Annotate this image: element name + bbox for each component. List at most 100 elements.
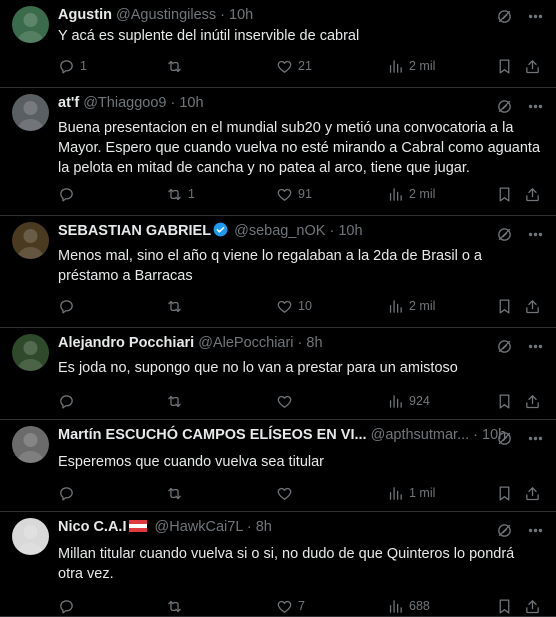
views-button[interactable]: 688 bbox=[387, 596, 430, 616]
more-icon[interactable] bbox=[527, 522, 544, 539]
views-icon bbox=[389, 394, 402, 408]
tweet-reply[interactable]: SEBASTIAN GABRIEL @sebag_nOK · 10h Menos … bbox=[0, 216, 556, 328]
like-button[interactable]: 7 bbox=[276, 596, 305, 616]
more-icon[interactable] bbox=[527, 338, 544, 355]
retweet-button[interactable] bbox=[166, 596, 188, 616]
more-icon[interactable] bbox=[527, 430, 544, 447]
views-button[interactable]: 2 mil bbox=[387, 56, 435, 76]
like-button[interactable] bbox=[276, 483, 298, 503]
tweet-header: SEBASTIAN GABRIEL @sebag_nOK · 10h bbox=[58, 221, 546, 241]
retweet-button[interactable]: 1 bbox=[166, 184, 195, 204]
tweet-text: Es joda no, supongo que no lo van a pres… bbox=[58, 360, 458, 376]
like-button[interactable] bbox=[276, 391, 298, 411]
tweet-reply[interactable]: Martín ESCUCHÓ CAMPOS ELÍSEOS EN VI... @… bbox=[0, 420, 556, 512]
share-button[interactable] bbox=[524, 391, 541, 411]
separator-dot: · bbox=[325, 223, 339, 239]
tweet-reply[interactable]: Nico C.A.I @HawkCai7L · 8h Millan titular… bbox=[0, 512, 556, 617]
share-button[interactable] bbox=[524, 56, 541, 76]
display-name[interactable]: Nico C.A.I bbox=[58, 519, 126, 535]
reply-button[interactable] bbox=[58, 596, 80, 616]
more-icon[interactable] bbox=[527, 8, 544, 25]
share-button[interactable] bbox=[524, 596, 541, 616]
avatar[interactable] bbox=[12, 6, 49, 43]
bookmark-icon bbox=[499, 598, 510, 614]
share-button[interactable] bbox=[524, 296, 541, 316]
retweet-button[interactable] bbox=[166, 483, 188, 503]
views-count: 2 mil bbox=[409, 299, 436, 313]
retweet-button[interactable] bbox=[166, 56, 188, 76]
user-handle[interactable]: @Thiaggoo9 bbox=[83, 95, 166, 111]
retweet-icon bbox=[168, 395, 181, 407]
reply-icon bbox=[60, 299, 73, 314]
like-button[interactable]: 21 bbox=[276, 56, 312, 76]
verified-badge-icon[interactable] bbox=[213, 222, 228, 237]
share-button[interactable] bbox=[524, 184, 541, 204]
bookmark-button[interactable] bbox=[496, 596, 513, 616]
timestamp[interactable]: 8h bbox=[256, 519, 272, 535]
views-button[interactable]: 924 bbox=[387, 391, 430, 411]
timestamp[interactable]: 10h bbox=[229, 7, 253, 23]
grok-icon[interactable] bbox=[496, 8, 513, 25]
views-icon bbox=[389, 299, 402, 313]
views-button[interactable]: 2 mil bbox=[387, 296, 435, 316]
reply-button[interactable] bbox=[58, 184, 80, 204]
like-button[interactable]: 91 bbox=[276, 184, 312, 204]
bookmark-icon bbox=[499, 58, 510, 74]
avatar[interactable] bbox=[12, 94, 49, 131]
reply-button[interactable] bbox=[58, 483, 80, 503]
retweet-button[interactable] bbox=[166, 391, 188, 411]
avatar[interactable] bbox=[12, 222, 49, 259]
more-icon[interactable] bbox=[527, 98, 544, 115]
display-name[interactable]: Martín ESCUCHÓ CAMPOS ELÍSEOS EN VI... bbox=[58, 427, 367, 443]
user-handle[interactable]: @sebag_nOK bbox=[234, 223, 325, 239]
tweet-reply[interactable]: Agustin @Agustingiless · 10h Y acá es sup… bbox=[0, 0, 556, 88]
grok-icon[interactable] bbox=[496, 430, 513, 447]
grok-icon[interactable] bbox=[496, 226, 513, 243]
retweet-icon bbox=[168, 600, 181, 612]
reply-button[interactable] bbox=[58, 296, 80, 316]
grok-icon[interactable] bbox=[496, 522, 513, 539]
tweet-text: Esperemos que cuando vuelva sea titular bbox=[58, 454, 324, 470]
bookmark-button[interactable] bbox=[496, 483, 513, 503]
display-name[interactable]: SEBASTIAN GABRIEL bbox=[58, 223, 211, 239]
tweet-top-actions bbox=[496, 224, 544, 244]
like-button[interactable]: 10 bbox=[276, 296, 312, 316]
timestamp[interactable]: 10h bbox=[179, 95, 203, 111]
views-count: 2 mil bbox=[409, 59, 436, 73]
tweet-reply[interactable]: Alejandro Pocchiari @AlePocchiari · 8h Es… bbox=[0, 328, 556, 420]
bookmark-button[interactable] bbox=[496, 391, 513, 411]
tweet-top-actions bbox=[496, 6, 544, 26]
retweet-count: 1 bbox=[188, 187, 195, 201]
tweet-actions: 7 688 bbox=[58, 596, 544, 616]
tweet-header: at'f @Thiaggoo9 · 10h bbox=[58, 93, 546, 113]
tweet-top-actions bbox=[496, 520, 544, 540]
separator-dot: · bbox=[293, 335, 307, 351]
bookmark-button[interactable] bbox=[496, 184, 513, 204]
views-button[interactable]: 1 mil bbox=[387, 483, 435, 503]
avatar[interactable] bbox=[12, 426, 49, 463]
reply-button[interactable] bbox=[58, 391, 80, 411]
display-name[interactable]: Alejandro Pocchiari bbox=[58, 335, 194, 351]
retweet-button[interactable] bbox=[166, 296, 188, 316]
timestamp[interactable]: 10h bbox=[338, 223, 362, 239]
grok-icon[interactable] bbox=[496, 338, 513, 355]
timestamp[interactable]: 8h bbox=[306, 335, 322, 351]
bookmark-button[interactable] bbox=[496, 296, 513, 316]
user-handle[interactable]: @Agustingiless bbox=[116, 7, 216, 23]
user-handle[interactable]: @AlePocchiari bbox=[198, 335, 293, 351]
user-handle[interactable]: @HawkCai7L bbox=[155, 519, 243, 535]
user-handle[interactable]: @apthsutmar... bbox=[371, 427, 470, 443]
display-name[interactable]: at'f bbox=[58, 95, 79, 111]
tweet-text: Buena presentacion en el mundial sub20 y… bbox=[58, 120, 541, 176]
display-name[interactable]: Agustin bbox=[58, 7, 112, 23]
bookmark-button[interactable] bbox=[496, 56, 513, 76]
tweet-reply[interactable]: at'f @Thiaggoo9 · 10h Buena presentacion … bbox=[0, 88, 556, 216]
share-icon bbox=[526, 486, 539, 500]
avatar[interactable] bbox=[12, 334, 49, 371]
more-icon[interactable] bbox=[527, 226, 544, 243]
share-button[interactable] bbox=[524, 483, 541, 503]
views-button[interactable]: 2 mil bbox=[387, 184, 435, 204]
grok-icon[interactable] bbox=[496, 98, 513, 115]
avatar[interactable] bbox=[12, 518, 49, 555]
reply-button[interactable]: 1 bbox=[58, 56, 87, 76]
